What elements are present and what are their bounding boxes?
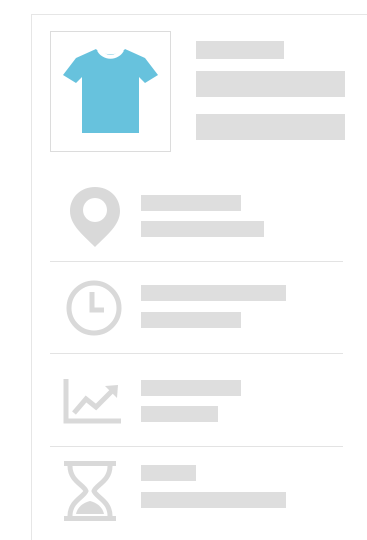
location-title-placeholder [141,195,241,211]
time-detail-placeholder [141,312,241,328]
time-title-placeholder [141,285,286,301]
row-divider [50,261,343,262]
trend-detail-placeholder [141,406,218,422]
trend-chart-icon [63,377,123,425]
product-detail-placeholder [196,114,345,140]
row-divider [50,353,343,354]
product-title-placeholder [196,41,284,59]
location-detail-placeholder [141,221,264,237]
location-pin-icon [67,185,123,249]
clock-icon [65,279,123,337]
hourglass-icon [64,461,116,521]
product-detail-placeholder [196,71,345,97]
duration-detail-placeholder [141,492,286,508]
trend-title-placeholder [141,380,241,396]
row-divider [50,446,343,447]
product-thumbnail [50,31,171,152]
duration-title-placeholder [141,465,196,481]
